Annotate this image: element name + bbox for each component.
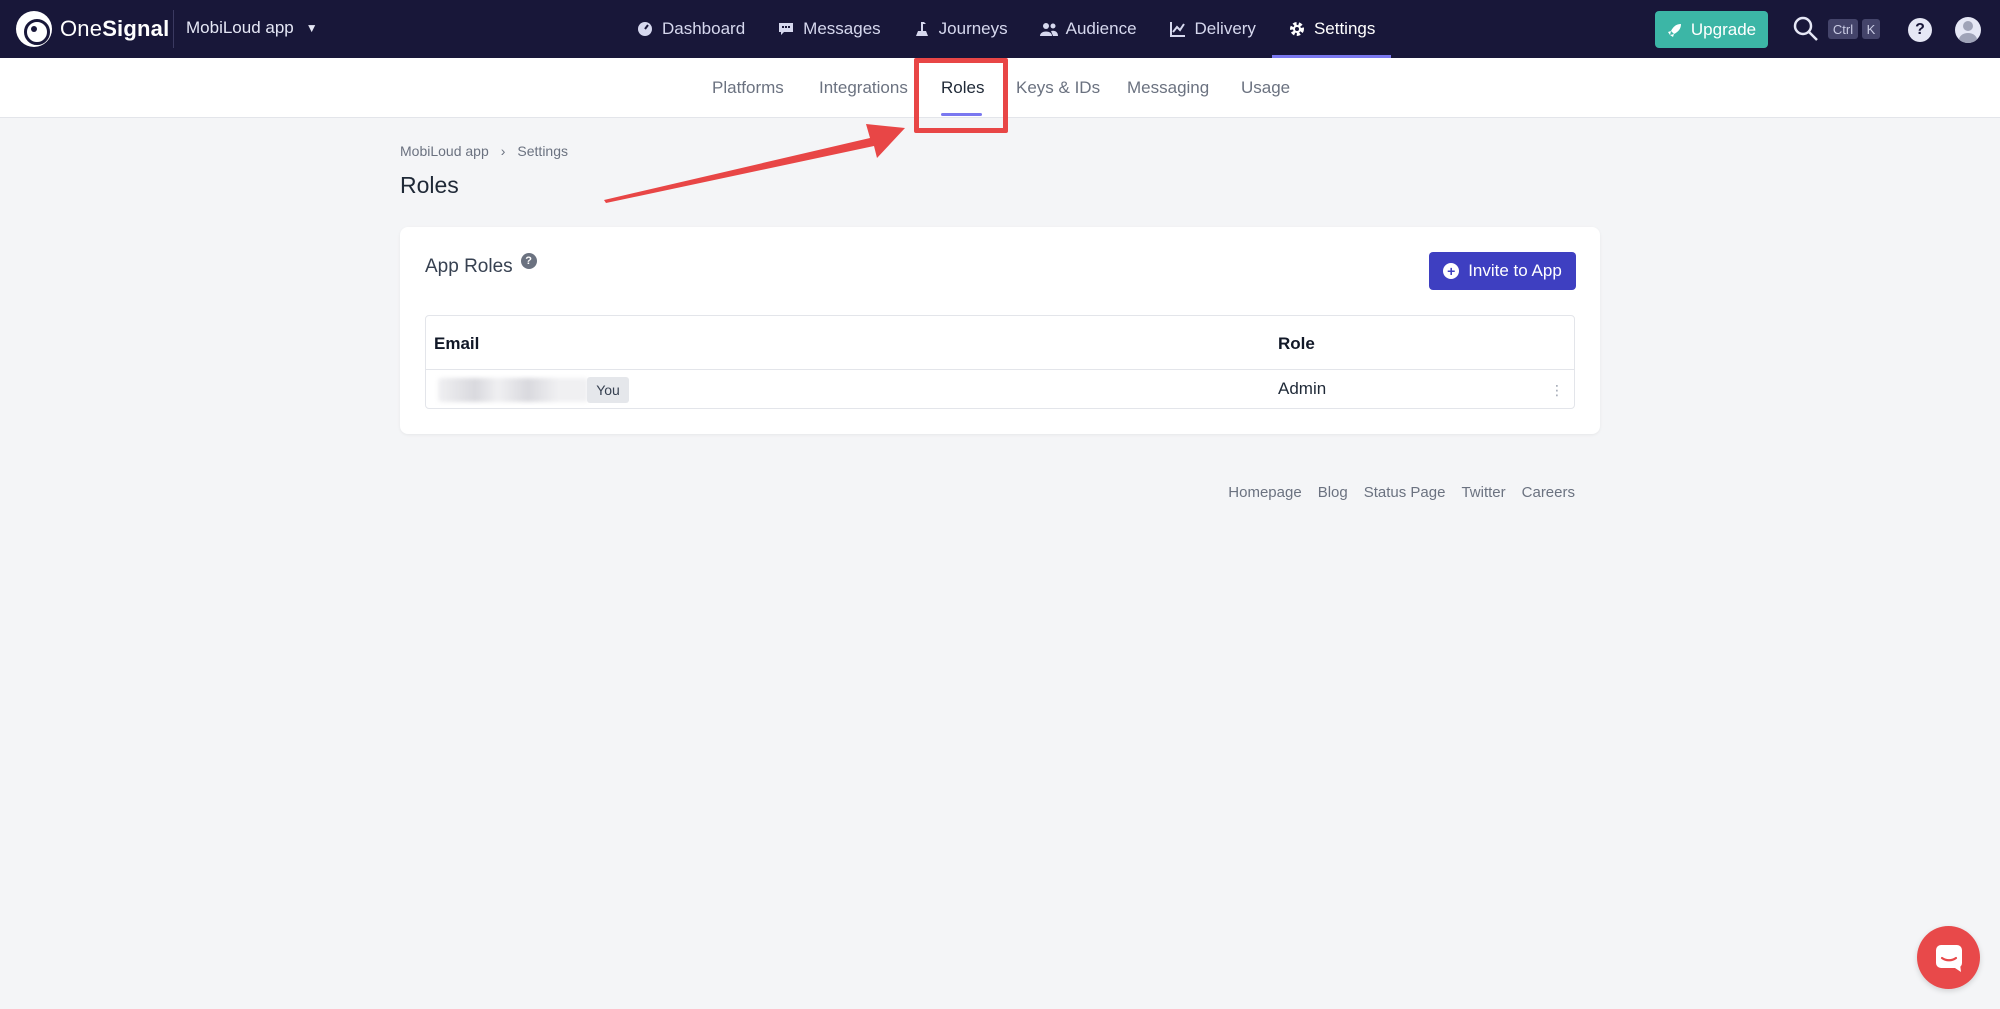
- page-title: Roles: [400, 172, 459, 198]
- you-badge: You: [587, 377, 629, 403]
- roles-table: Email Role You Admin ⋮: [425, 315, 1575, 409]
- footer-link-twitter[interactable]: Twitter: [1461, 484, 1505, 501]
- more-vertical-icon[interactable]: ⋮: [1550, 378, 1564, 402]
- column-header-email: Email: [434, 334, 480, 353]
- chat-icon: [1935, 944, 1962, 972]
- breadcrumb-app[interactable]: MobiLoud app: [400, 143, 489, 159]
- breadcrumb-settings[interactable]: Settings: [517, 143, 568, 159]
- invite-to-app-button[interactable]: + Invite to App: [1429, 252, 1576, 290]
- footer-link-status-page[interactable]: Status Page: [1364, 484, 1446, 501]
- card-title: App Roles ?: [425, 253, 537, 278]
- question-icon[interactable]: ?: [520, 253, 537, 269]
- redacted-email: [438, 378, 588, 402]
- column-header-role: Role: [1278, 334, 1315, 353]
- breadcrumb: MobiLoud app › Settings: [400, 143, 568, 159]
- annotation-arrow: [604, 124, 905, 203]
- footer-link-careers[interactable]: Careers: [1522, 484, 1575, 501]
- plus-circle-icon: +: [1443, 263, 1460, 279]
- row-divider: [426, 369, 1574, 370]
- card-title-text: App Roles: [425, 256, 513, 277]
- role-value: Admin: [1278, 379, 1327, 398]
- app-roles-card: App Roles ? + Invite to App Email Role Y…: [400, 227, 1600, 434]
- breadcrumb-separator: ›: [500, 143, 506, 159]
- invite-label: Invite to App: [1468, 261, 1562, 280]
- footer-link-homepage[interactable]: Homepage: [1228, 484, 1301, 501]
- footer-links: Homepage Blog Status Page Twitter Career…: [1228, 484, 1575, 501]
- chat-launcher-button[interactable]: [1917, 926, 1980, 989]
- footer-link-blog[interactable]: Blog: [1318, 484, 1348, 501]
